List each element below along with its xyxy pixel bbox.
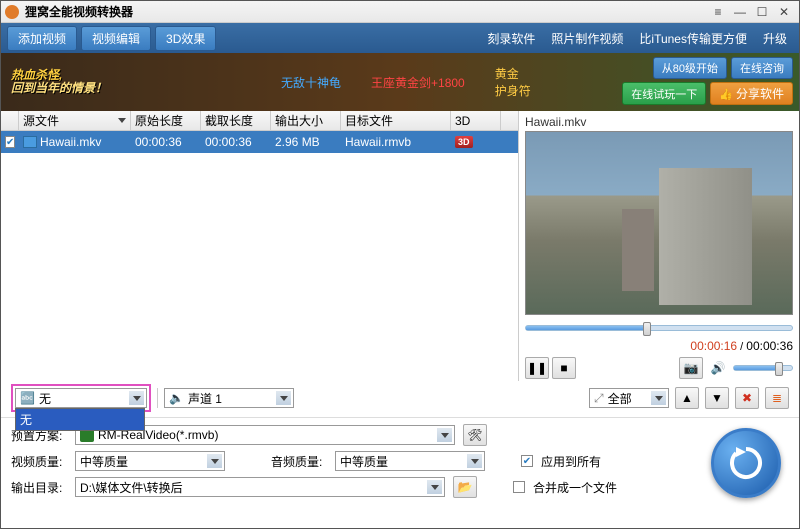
video-file-icon bbox=[23, 136, 37, 148]
volume-slider[interactable] bbox=[733, 365, 793, 371]
convert-arrow-icon bbox=[728, 445, 764, 481]
output-dir-label: 输出目录: bbox=[11, 479, 67, 496]
row-checkbox[interactable]: ✔ bbox=[5, 136, 15, 148]
playback-time: 00:00:16 / 00:00:36 bbox=[525, 337, 793, 355]
select-all-dropdown[interactable]: ⤢ 全部 bbox=[589, 388, 669, 408]
3d-badge-icon: 3D bbox=[455, 136, 473, 148]
subtitle-dropdown-highlight: 🔤 无 无 bbox=[11, 384, 151, 412]
playback-slider[interactable] bbox=[525, 325, 793, 331]
apply-all-label: 应用到所有 bbox=[541, 453, 601, 470]
audio-track-dropdown[interactable]: 🔈 声道 1 bbox=[164, 388, 294, 408]
speaker-icon: 🔈 bbox=[169, 391, 184, 405]
video-edit-button[interactable]: 视频编辑 bbox=[81, 26, 151, 51]
menu-icon[interactable]: ≡ bbox=[707, 4, 729, 20]
subtitle-dropdown-list[interactable]: 无 bbox=[15, 408, 145, 431]
delete-button[interactable]: ✖ bbox=[735, 387, 759, 409]
3d-effect-button[interactable]: 3D效果 bbox=[155, 26, 216, 51]
try-online-button[interactable]: 在线试玩一下 bbox=[622, 82, 706, 105]
start-80-button[interactable]: 从80级开始 bbox=[653, 57, 727, 79]
video-preview[interactable] bbox=[525, 131, 793, 315]
subtitle-dropdown[interactable]: 🔤 无 无 bbox=[15, 388, 147, 408]
burn-link[interactable]: 刻录软件 bbox=[481, 30, 541, 47]
clear-list-button[interactable]: ≣ bbox=[765, 387, 789, 409]
audio-quality-dropdown[interactable]: 中等质量 bbox=[335, 451, 485, 471]
open-folder-button[interactable]: 📂 bbox=[453, 476, 477, 498]
expand-icon: ⤢ bbox=[594, 391, 604, 406]
apply-all-checkbox[interactable]: ✔ bbox=[521, 455, 533, 467]
stop-button[interactable]: ■ bbox=[552, 357, 576, 379]
video-quality-dropdown[interactable]: 中等质量 bbox=[75, 451, 225, 471]
video-quality-label: 视频质量: bbox=[11, 453, 67, 470]
grid-empty-area[interactable] bbox=[1, 153, 518, 381]
banner-line2: 回到当年的情景！ bbox=[11, 81, 107, 95]
add-video-button[interactable]: 添加视频 bbox=[7, 26, 77, 51]
maximize-button[interactable]: ☐ bbox=[751, 4, 773, 20]
volume-icon[interactable]: 🔊 bbox=[706, 357, 730, 379]
minimize-button[interactable]: — bbox=[729, 4, 751, 20]
app-logo-icon bbox=[5, 5, 19, 19]
share-software-button[interactable]: 👍 分享软件 bbox=[710, 82, 793, 105]
convert-button[interactable] bbox=[711, 428, 781, 498]
photo-video-link[interactable]: 照片制作视频 bbox=[545, 30, 629, 47]
grid-header: 源文件 原始长度 截取长度 输出大小 目标文件 3D bbox=[1, 111, 518, 131]
audio-quality-label: 音频质量: bbox=[271, 453, 327, 470]
snapshot-button[interactable]: 📷 bbox=[679, 357, 703, 379]
pause-button[interactable]: ❚❚ bbox=[525, 357, 549, 379]
ad-banner[interactable]: 热血杀怪, 回到当年的情景！ 无敌十神龟 王座黄金剑+1800 黄金护身符 从8… bbox=[1, 53, 799, 111]
upgrade-link[interactable]: 升级 bbox=[757, 30, 793, 47]
output-dir-input[interactable]: D:\媒体文件\转换后 bbox=[75, 477, 445, 497]
move-up-button[interactable]: ▲ bbox=[675, 387, 699, 409]
preset-settings-button[interactable]: 🛠 bbox=[463, 424, 487, 446]
subtitle-icon: 🔤 bbox=[20, 391, 35, 405]
itunes-link[interactable]: 比iTunes传输更方便 bbox=[633, 30, 753, 47]
move-down-button[interactable]: ▼ bbox=[705, 387, 729, 409]
close-button[interactable]: ✕ bbox=[773, 4, 795, 20]
merge-checkbox[interactable]: ✔ bbox=[513, 481, 525, 493]
window-title: 狸窝全能视频转换器 bbox=[25, 3, 707, 20]
merge-label: 合并成一个文件 bbox=[533, 479, 617, 496]
online-consult-button[interactable]: 在线咨询 bbox=[731, 57, 793, 79]
table-row[interactable]: ✔ Hawaii.mkv 00:00:36 00:00:36 2.96 MB H… bbox=[1, 131, 518, 153]
preview-filename: Hawaii.mkv bbox=[525, 113, 793, 131]
subtitle-option-none[interactable]: 无 bbox=[16, 409, 144, 430]
